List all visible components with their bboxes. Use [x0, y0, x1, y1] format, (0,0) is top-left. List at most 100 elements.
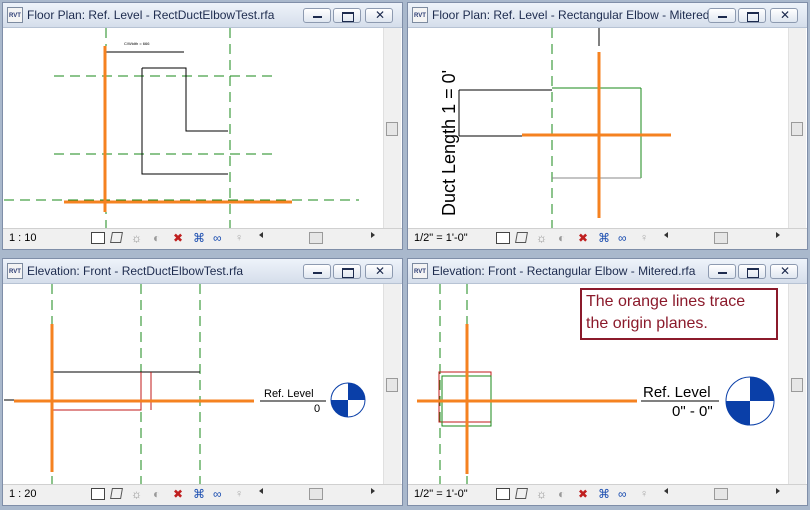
view-scale[interactable]: 1 : 20 — [9, 488, 37, 500]
restore-button[interactable] — [738, 8, 766, 23]
view-window-elevation-test[interactable]: RVT Elevation: Front - RectDuctElbowTest… — [2, 258, 403, 506]
reveal-hidden-icon[interactable]: ∞ — [213, 232, 227, 245]
reveal-hidden-icon[interactable]: ∞ — [213, 488, 227, 501]
vertical-scrollbar[interactable] — [788, 28, 806, 228]
scroll-thumb[interactable] — [309, 488, 323, 500]
drawing-canvas[interactable]: Ref. Level 0 — [4, 284, 384, 484]
callout-line-1: The orange lines trace — [586, 293, 746, 310]
close-button[interactable]: ✕ — [770, 8, 798, 23]
view-control-bar: 1 : 20 ☼ ◐ ✖ ⌘ ∞ ♀ — [3, 484, 402, 505]
close-icon: ✕ — [375, 8, 386, 22]
close-button[interactable]: ✕ — [365, 8, 393, 23]
level-marker-icon — [725, 376, 775, 426]
window-title: Floor Plan: Ref. Level - RectDuctElbowTe… — [27, 8, 275, 22]
scroll-left-icon[interactable] — [664, 488, 668, 494]
minimize-icon — [718, 272, 727, 274]
minimize-button[interactable] — [303, 264, 331, 279]
vertical-scrollbar[interactable] — [383, 28, 401, 228]
scroll-thumb[interactable] — [386, 122, 398, 136]
scroll-thumb[interactable] — [791, 122, 803, 136]
model-graphics-icon[interactable] — [496, 488, 510, 500]
shadows-icon[interactable]: ◐ — [153, 488, 167, 501]
scroll-thumb[interactable] — [386, 378, 398, 392]
3d-box-icon[interactable] — [515, 488, 528, 499]
elbow-body — [552, 87, 642, 178]
3d-box-icon[interactable] — [110, 232, 123, 243]
3d-box-icon[interactable] — [515, 232, 528, 243]
vertical-scrollbar[interactable] — [383, 284, 401, 484]
scroll-thumb[interactable] — [714, 232, 728, 244]
scroll-right-icon[interactable] — [371, 488, 375, 494]
shadows-icon[interactable]: ◐ — [153, 232, 167, 245]
scroll-left-icon[interactable] — [259, 488, 263, 494]
view-window-floorplan-mitered[interactable]: RVT Floor Plan: Ref. Level - Rectangular… — [407, 2, 808, 250]
scroll-thumb[interactable] — [714, 488, 728, 500]
reveal-hidden-icon[interactable]: ∞ — [618, 488, 632, 501]
restore-button[interactable] — [333, 264, 361, 279]
lightbulb-icon[interactable]: ♀ — [640, 488, 654, 501]
close-button[interactable]: ✕ — [365, 264, 393, 279]
view-window-floorplan-test[interactable]: RVT Floor Plan: Ref. Level - RectDuctElb… — [2, 2, 403, 250]
sun-path-icon[interactable]: ☼ — [131, 488, 145, 501]
horizontal-scrollbar[interactable] — [672, 488, 772, 501]
minimize-button[interactable] — [708, 8, 736, 23]
shadows-icon[interactable]: ◐ — [558, 488, 572, 501]
sun-path-icon[interactable]: ☼ — [536, 232, 550, 245]
lightbulb-icon[interactable]: ♀ — [235, 488, 249, 501]
view-scale[interactable]: 1/2" = 1'-0" — [414, 232, 468, 244]
scroll-right-icon[interactable] — [776, 232, 780, 238]
crop-icon[interactable]: ✖ — [173, 232, 187, 245]
scroll-right-icon[interactable] — [776, 488, 780, 494]
scroll-left-icon[interactable] — [259, 232, 263, 238]
drawing-canvas[interactable]: C/Width = 666 — [4, 28, 384, 228]
temporary-hide-icon[interactable]: ⌘ — [598, 488, 612, 501]
level-value: 0 — [314, 403, 320, 415]
reveal-hidden-icon[interactable]: ∞ — [618, 232, 632, 245]
horizontal-scrollbar[interactable] — [267, 232, 367, 245]
model-graphics-icon[interactable] — [91, 488, 105, 500]
level-label: Ref. Level — [264, 388, 314, 400]
close-button[interactable]: ✕ — [770, 264, 798, 279]
lightbulb-icon[interactable]: ♀ — [640, 232, 654, 245]
vertical-scrollbar[interactable] — [788, 284, 806, 484]
crop-icon[interactable]: ✖ — [173, 488, 187, 501]
window-titlebar[interactable]: RVT Floor Plan: Ref. Level - Rectangular… — [408, 3, 807, 28]
scroll-thumb[interactable] — [309, 232, 323, 244]
minimize-button[interactable] — [708, 264, 736, 279]
model-graphics-icon[interactable] — [91, 232, 105, 244]
level-line: Ref. Level 0" - 0" — [641, 376, 775, 426]
window-titlebar[interactable]: RVT Elevation: Front - RectDuctElbowTest… — [3, 259, 402, 284]
minimize-button[interactable] — [303, 8, 331, 23]
restore-button[interactable] — [738, 264, 766, 279]
lightbulb-icon[interactable]: ♀ — [235, 232, 249, 245]
scroll-right-icon[interactable] — [371, 232, 375, 238]
shadows-icon[interactable]: ◐ — [558, 232, 572, 245]
view-control-bar: 1/2" = 1'-0" ☼ ◐ ✖ ⌘ ∞ ♀ — [408, 484, 807, 505]
temporary-hide-icon[interactable]: ⌘ — [193, 232, 207, 245]
horizontal-scrollbar[interactable] — [267, 488, 367, 501]
sun-path-icon[interactable]: ☼ — [131, 232, 145, 245]
revit-file-icon: RVT — [412, 263, 428, 279]
origin-planes — [522, 52, 671, 218]
temporary-hide-icon[interactable]: ⌘ — [598, 232, 612, 245]
window-title: Elevation: Front - Rectangular Elbow - M… — [432, 264, 696, 278]
sun-path-icon[interactable]: ☼ — [536, 488, 550, 501]
scroll-left-icon[interactable] — [664, 232, 668, 238]
restore-button[interactable] — [333, 8, 361, 23]
window-titlebar[interactable]: RVT Floor Plan: Ref. Level - RectDuctElb… — [3, 3, 402, 28]
temporary-hide-icon[interactable]: ⌘ — [193, 488, 207, 501]
view-scale[interactable]: 1/2" = 1'-0" — [414, 488, 468, 500]
crop-icon[interactable]: ✖ — [578, 488, 592, 501]
horizontal-scrollbar[interactable] — [672, 232, 772, 245]
3d-box-icon[interactable] — [110, 488, 123, 499]
model-graphics-icon[interactable] — [496, 232, 510, 244]
drawing-canvas[interactable]: Duct Length 1 = 0' — [409, 28, 789, 228]
window-titlebar[interactable]: RVT Elevation: Front - Rectangular Elbow… — [408, 259, 807, 284]
view-scale[interactable]: 1 : 10 — [9, 232, 37, 244]
restore-icon — [342, 268, 354, 278]
restore-icon — [747, 12, 759, 22]
reference-planes — [4, 28, 359, 228]
crop-icon[interactable]: ✖ — [578, 232, 592, 245]
scroll-thumb[interactable] — [791, 378, 803, 392]
callout-line-2: the origin planes. — [586, 315, 708, 332]
